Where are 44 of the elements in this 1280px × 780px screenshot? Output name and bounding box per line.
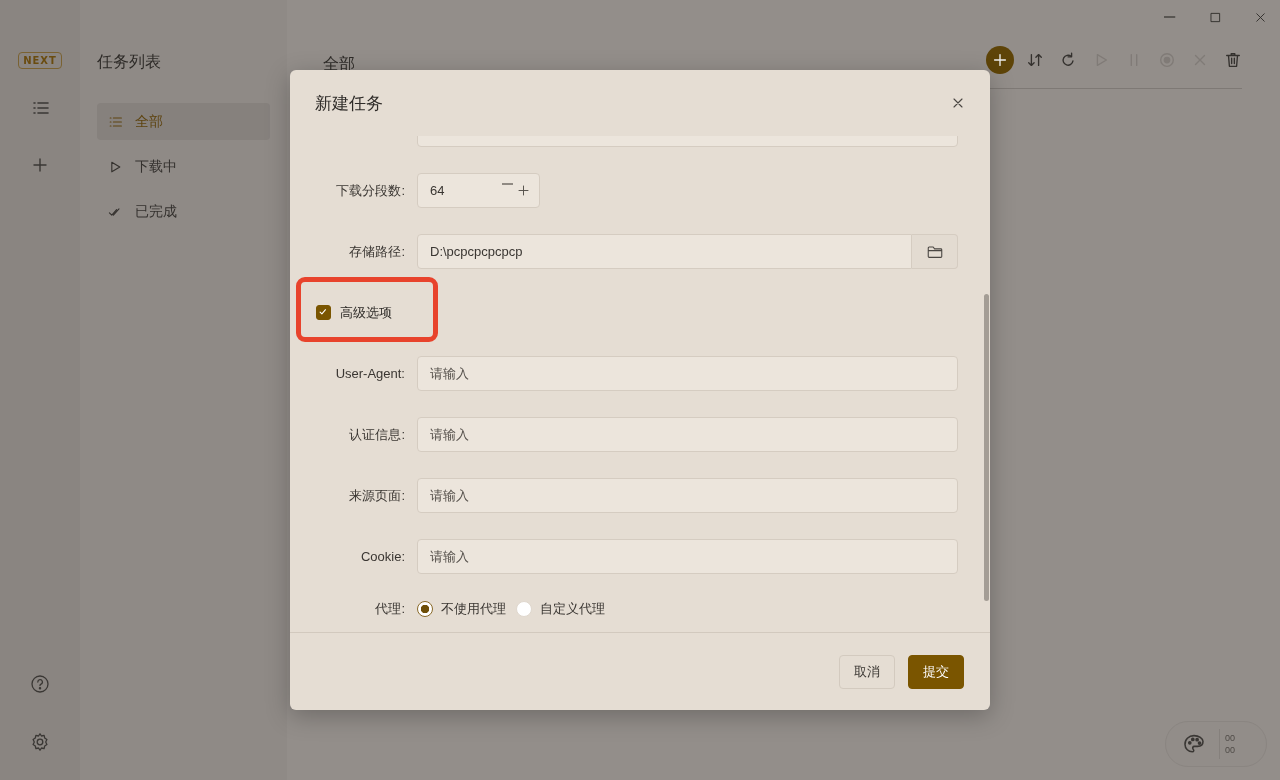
input-field[interactable]: 请输入 [417,417,958,452]
scrollbar-thumb[interactable] [984,294,989,601]
path-field[interactable]: D:\pcpcpcpcpcp [417,234,912,269]
input-field[interactable]: 请输入 [417,539,958,574]
radio-label: 不使用代理 [441,600,506,618]
sort-icon [1026,51,1044,69]
cancel-button[interactable]: 取消 [839,654,895,689]
settings-icon [30,732,50,752]
field-label: Cookie: [359,549,406,564]
submit-button[interactable]: 提交 [908,654,964,689]
nav-item[interactable]: 已完成 [97,193,270,230]
field-label: 存储路径: [348,242,406,261]
palette-icon [1182,732,1206,756]
browse-button[interactable] [912,234,958,269]
refresh-icon [1059,51,1077,69]
checkbox[interactable] [316,305,331,320]
field-label: User-Agent: [334,366,406,381]
minus-icon [501,183,513,185]
input-field[interactable]: 请输入 [417,478,958,513]
trash-icon [1224,51,1242,69]
field-label: 认证信息: [348,425,406,444]
input-field[interactable]: 请输入 [417,356,958,391]
add-button[interactable] [30,155,50,175]
radio-button[interactable] [417,601,433,617]
dialog-title: 新建任务 [315,92,383,115]
plus-icon [516,183,531,198]
nav-item[interactable]: 下载中 [97,148,270,185]
plus-icon [30,155,50,175]
radio-label: 自定义代理 [540,600,605,618]
settings-button[interactable] [30,732,50,752]
stepper-value: 64 [430,183,445,198]
number-stepper[interactable]: 64 [417,173,540,208]
panel-title: 任务列表 [97,52,162,72]
help-button[interactable] [30,674,50,694]
field-label: 下载分段数: [335,181,406,200]
view-title: 全部 [323,54,356,74]
add-button[interactable] [986,46,1014,74]
app-logo: NEXT [18,52,62,69]
field-label: 代理: [374,600,406,618]
help-icon [30,674,50,694]
minimize-icon [1164,16,1176,18]
plus-icon [991,51,1009,69]
checkbox-label: 高级选项 [340,303,392,322]
field-label: 来源页面: [348,486,406,505]
